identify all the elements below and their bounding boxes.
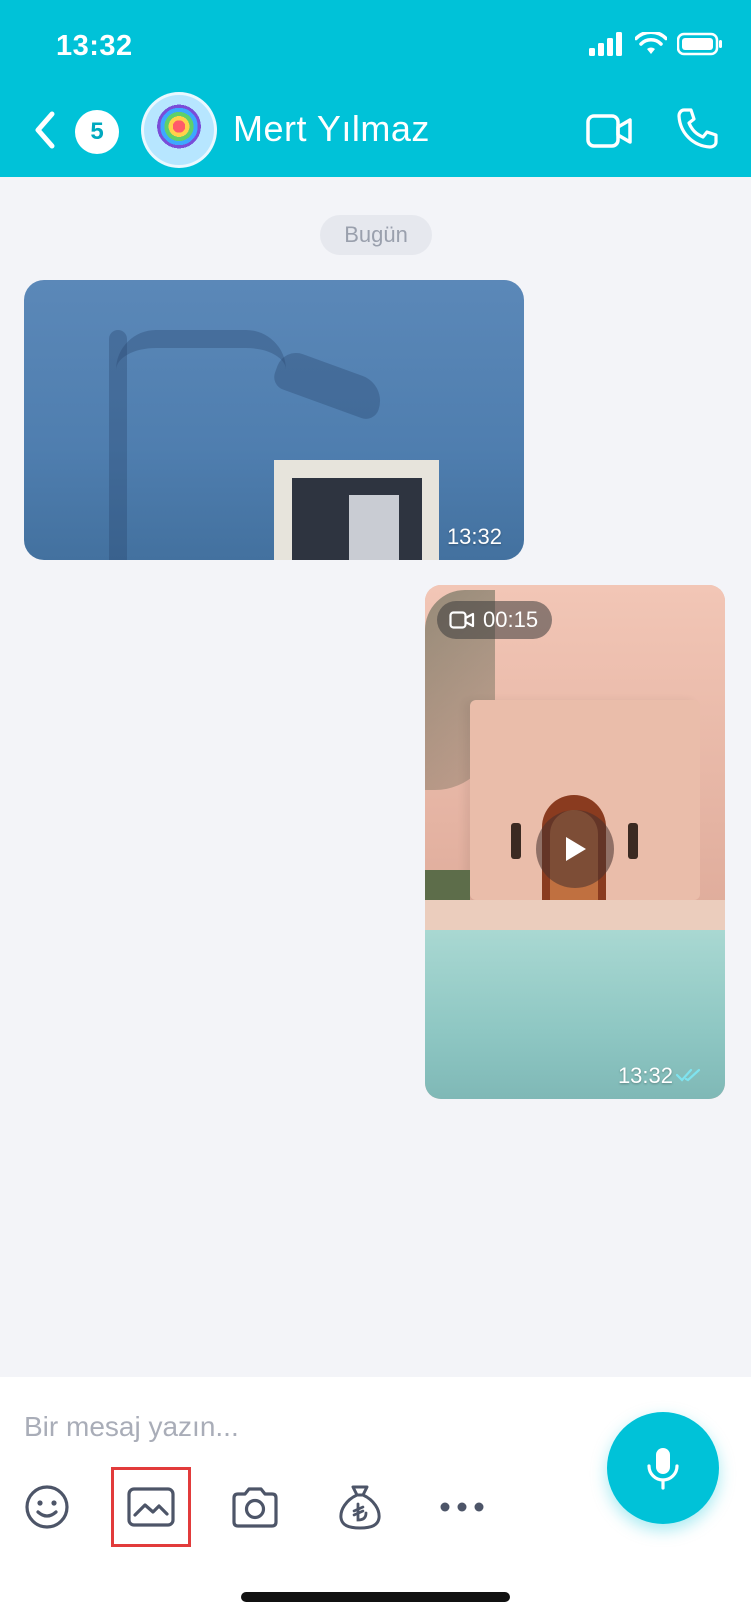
image-message-time: 13:32 [446, 524, 502, 549]
emoji-icon [25, 1485, 69, 1529]
wifi-icon [635, 32, 667, 54]
voice-record-button[interactable] [607, 1412, 719, 1524]
video-camera-icon [449, 611, 475, 629]
composer-toolbar [0, 1467, 560, 1547]
chat-nav-bar: 5 Mert Yılmaz [0, 92, 751, 172]
contact-name[interactable]: Mert Yılmaz [233, 108, 430, 150]
battery-icon [677, 32, 722, 56]
video-duration-badge: 00:15 [437, 601, 553, 639]
video-message[interactable]: 00:15 13:32 [425, 585, 725, 1099]
message-input[interactable] [24, 1401, 564, 1453]
video-duration: 00:15 [483, 607, 539, 632]
message-list[interactable]: Bugün 13:32 00:15 13:32 [0, 177, 751, 1377]
more-button[interactable] [427, 1472, 497, 1542]
image-message[interactable]: 13:32 [24, 280, 524, 560]
chat-header: 13:32 5 Mert Yılmaz [0, 0, 751, 177]
gallery-icon [127, 1487, 175, 1527]
video-call-icon[interactable] [585, 112, 633, 150]
signal-icon [589, 32, 622, 56]
money-button[interactable] [325, 1472, 395, 1542]
emoji-button[interactable] [12, 1472, 82, 1542]
read-receipt-icon [675, 1068, 701, 1082]
back-icon[interactable] [30, 108, 60, 152]
status-time: 13:32 [56, 30, 133, 62]
play-button[interactable] [536, 810, 614, 888]
status-icons [589, 32, 723, 56]
camera-icon [232, 1487, 278, 1528]
unread-badge[interactable]: 5 [75, 110, 119, 154]
camera-button[interactable] [220, 1472, 290, 1542]
play-icon [566, 837, 586, 861]
home-indicator [241, 1592, 510, 1602]
microphone-icon [647, 1448, 679, 1490]
composer-panel [0, 1377, 751, 1624]
more-icon [440, 1502, 484, 1512]
video-message-time: 13:32 [617, 1063, 673, 1088]
contact-avatar[interactable] [141, 92, 217, 168]
gallery-button[interactable] [111, 1467, 191, 1547]
money-bag-icon [339, 1485, 381, 1530]
phone-icon[interactable] [675, 106, 719, 150]
date-separator: Bugün [320, 215, 432, 255]
